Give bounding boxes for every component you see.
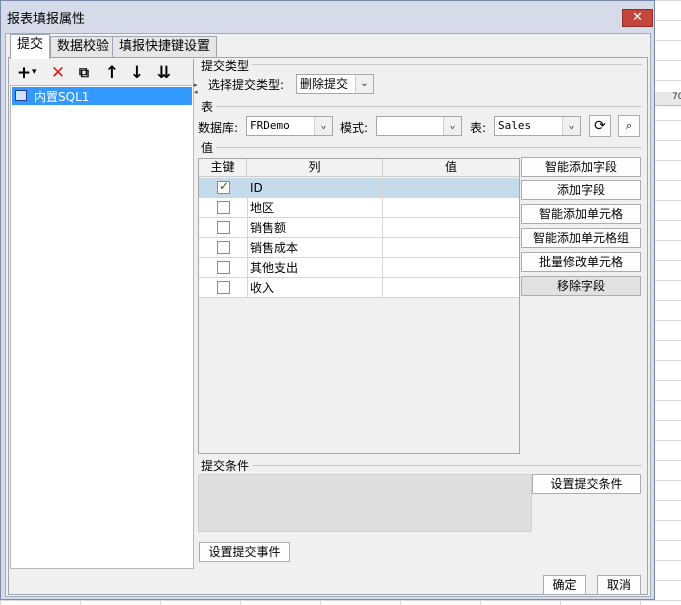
condition-group-label: 提交条件 <box>201 459 250 473</box>
table-value: Sales <box>498 119 532 132</box>
column-name: 其他支出 <box>247 258 383 278</box>
submit-tree: 内置SQL1 <box>10 85 194 569</box>
divider <box>216 147 642 148</box>
table-row[interactable]: 收入 <box>199 278 519 298</box>
check-icon: ✓ <box>219 179 230 193</box>
header-value: 值 <box>444 160 457 174</box>
toolbar: + ▾ ✕ ⧉ ↑ ↓ ⇊ <box>10 59 194 87</box>
smart-add-cell-group-button[interactable]: 智能添加单元格组 <box>521 228 641 248</box>
chevron-down-icon: ⌄ <box>355 75 373 93</box>
batch-modify-cell-button[interactable]: 批量修改单元格 <box>521 252 641 272</box>
primary-key-checkbox[interactable] <box>217 221 230 234</box>
table-row[interactable]: 销售额 <box>199 218 519 238</box>
header-column: 列 <box>247 159 383 177</box>
splitter[interactable]: ▸ ◂ <box>194 82 198 112</box>
table-row[interactable]: 地区 <box>199 198 519 218</box>
database-value: FRDemo <box>250 119 290 132</box>
primary-key-checkbox[interactable] <box>217 261 230 274</box>
copy-icon[interactable]: ⧉ <box>74 63 94 83</box>
move-bottom-icon[interactable]: ⇊ <box>154 63 174 83</box>
close-button[interactable]: ✕ <box>622 9 653 27</box>
add-dropdown-icon[interactable]: ▾ <box>32 67 37 77</box>
divider <box>252 465 642 466</box>
submit-type-label: 选择提交类型: <box>208 78 285 92</box>
value-cell[interactable] <box>383 258 519 278</box>
window-title: 报表填报属性 <box>7 12 86 27</box>
divider <box>216 106 642 107</box>
left-panel: + ▾ ✕ ⧉ ↑ ↓ ⇊ 内置SQL1 <box>10 59 194 569</box>
table-label: 表: <box>470 121 487 135</box>
value-cell[interactable] <box>383 218 519 238</box>
submit-condition-area <box>198 474 532 532</box>
table-group-label: 表 <box>201 100 214 114</box>
value-cell[interactable] <box>383 198 519 218</box>
submit-type-value: 删除提交 <box>300 77 349 91</box>
chevron-down-icon: ⌄ <box>443 117 461 135</box>
tab-shortcut-settings[interactable]: 填报快捷键设置 <box>112 36 218 58</box>
cancel-button[interactable]: 取消 <box>597 575 641 595</box>
set-submit-event-button[interactable]: 设置提交事件 <box>199 542 290 562</box>
tab-data-validation[interactable]: 数据校验 <box>50 36 117 58</box>
values-group-label: 值 <box>201 141 214 155</box>
database-icon <box>15 90 27 101</box>
table-row[interactable]: 其他支出 <box>199 258 519 278</box>
smart-add-field-button[interactable]: 智能添加字段 <box>521 157 641 177</box>
chevron-down-icon: ⌄ <box>562 117 580 135</box>
values-table: 主键 列 值 ✓ ID 地区 销售额 销售成本 其他支出 收入 <box>198 158 520 454</box>
table-row[interactable]: ✓ ID <box>199 178 519 198</box>
primary-key-checkbox[interactable] <box>217 241 230 254</box>
column-name: ID <box>247 178 383 198</box>
tree-item-sql1[interactable]: 内置SQL1 <box>12 87 192 105</box>
value-cell[interactable] <box>383 178 519 198</box>
header-primary-key: 主键 <box>199 159 247 177</box>
remove-field-button[interactable]: 移除字段 <box>521 276 641 296</box>
move-down-icon[interactable]: ↓ <box>127 63 147 83</box>
column-name: 地区 <box>247 198 383 218</box>
ok-button[interactable]: 确定 <box>543 575 586 595</box>
submit-type-select[interactable]: 删除提交 ⌄ <box>296 74 374 94</box>
background-column-header: 70 <box>655 92 681 106</box>
divider <box>252 64 642 65</box>
submit-type-group-label: 提交类型 <box>201 59 250 73</box>
add-icon[interactable]: + <box>14 63 34 83</box>
schema-label: 模式: <box>340 121 369 135</box>
delete-icon[interactable]: ✕ <box>48 63 68 83</box>
set-submit-condition-button[interactable]: 设置提交条件 <box>532 474 641 494</box>
chevron-down-icon: ⌄ <box>314 117 332 135</box>
value-cell[interactable] <box>383 278 519 298</box>
primary-key-checkbox[interactable] <box>217 201 230 214</box>
database-label: 数据库: <box>198 121 239 135</box>
schema-select[interactable]: ⌄ <box>376 116 462 136</box>
column-name: 销售成本 <box>247 238 383 258</box>
refresh-icon[interactable]: ⟳ <box>589 115 611 137</box>
move-up-icon[interactable]: ↑ <box>102 63 122 83</box>
column-name: 收入 <box>247 278 383 298</box>
tree-item-label: 内置SQL1 <box>34 90 90 104</box>
title-bar: 报表填报属性 ✕ <box>1 1 654 31</box>
primary-key-checkbox[interactable] <box>217 281 230 294</box>
table-select[interactable]: Sales ⌄ <box>494 116 581 136</box>
primary-key-checkbox[interactable]: ✓ <box>217 179 230 194</box>
database-select[interactable]: FRDemo ⌄ <box>246 116 333 136</box>
value-cell[interactable] <box>383 238 519 258</box>
table-header: 主键 列 值 <box>199 159 519 177</box>
tab-submit[interactable]: 提交 <box>10 34 51 59</box>
add-field-button[interactable]: 添加字段 <box>521 180 641 200</box>
table-row[interactable]: 销售成本 <box>199 238 519 258</box>
smart-add-cell-button[interactable]: 智能添加单元格 <box>521 204 641 224</box>
column-name: 销售额 <box>247 218 383 238</box>
preview-icon[interactable]: ⌕ <box>618 115 640 137</box>
column-header-label: 70 <box>672 92 681 102</box>
